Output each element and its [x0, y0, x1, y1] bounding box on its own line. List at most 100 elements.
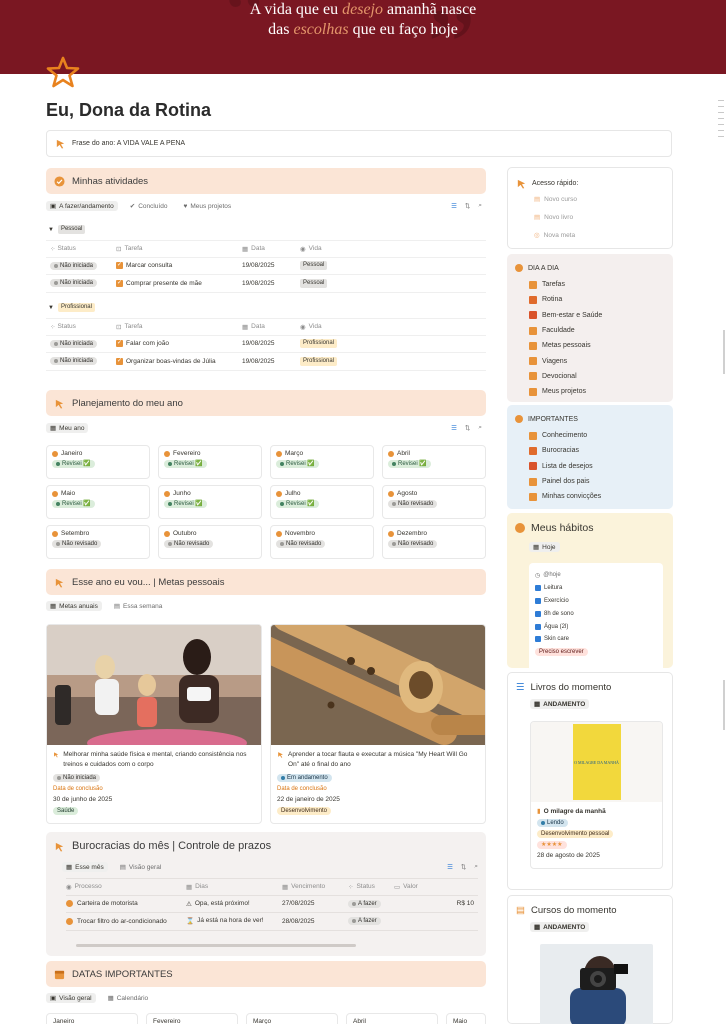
board-column[interactable]: Maio: [446, 1013, 486, 1024]
tab-essa-semana[interactable]: ▤ Essa semana: [110, 601, 167, 611]
nav-importantes-item[interactable]: Burocracias: [515, 443, 665, 458]
habit-item[interactable]: 8h de sono: [535, 607, 657, 620]
habit-item[interactable]: Skin care: [535, 633, 657, 646]
review-status-badge[interactable]: Não revisado: [388, 500, 438, 508]
nav-importantes-item[interactable]: Conhecimento: [515, 428, 665, 443]
tab-visao-geral[interactable]: ▤ Visão geral: [116, 862, 166, 872]
vida-tag[interactable]: Profissional: [300, 356, 338, 366]
nav-dia-item[interactable]: Tarefas: [515, 277, 665, 292]
tab-meu-ano[interactable]: ▦ Meu ano: [46, 423, 89, 433]
habit-item[interactable]: Água (2l): [535, 620, 657, 633]
status-badge[interactable]: Não iniciada: [53, 774, 101, 782]
table-row[interactable]: Não iniciada ✓ Comprar presente de mãe 19…: [46, 275, 486, 293]
tab-hoje[interactable]: ▦ Hoje: [529, 542, 560, 552]
tab-metas-anuais[interactable]: ▦ Metas anuais: [46, 601, 102, 611]
search-icon[interactable]: ⌕: [478, 202, 482, 210]
sort-icon[interactable]: ⇅: [465, 202, 470, 210]
month-card[interactable]: Fevereiro Revisei ✅: [158, 445, 262, 479]
table-row[interactable]: Trocar filtro do ar-condicionado ⌛ Já est…: [66, 913, 478, 931]
filter-icon[interactable]: ☰: [447, 863, 453, 871]
tab-andamento-cursos[interactable]: ▦ ANDAMENTO: [530, 922, 590, 932]
status-badge[interactable]: Não iniciada: [50, 261, 98, 270]
checkbox[interactable]: [535, 610, 541, 617]
sort-icon[interactable]: ⇅: [465, 424, 470, 432]
category-tag[interactable]: Desenvolvimento: [277, 807, 332, 815]
month-card[interactable]: Junho Revisei ✅: [158, 485, 262, 519]
review-status-badge[interactable]: Não revisado: [388, 540, 438, 548]
board-column[interactable]: Fevereiro: [146, 1013, 238, 1024]
tab-andamento-livros[interactable]: ▦ ANDAMENTO: [530, 699, 590, 709]
book-card[interactable]: O MILAGRE DA MANHÃ ▮ O milagre da manhã L…: [530, 721, 663, 869]
review-status-badge[interactable]: Revisei ✅: [276, 500, 319, 508]
checkbox[interactable]: [535, 623, 541, 630]
category-tag[interactable]: Desenvolvimento pessoal: [537, 830, 614, 838]
checkbox[interactable]: [535, 585, 541, 592]
outline-ticks[interactable]: [714, 100, 726, 142]
tab-visao-geral-datas[interactable]: ▣ Visão geral: [46, 993, 96, 1003]
category-tag[interactable]: Saúde: [53, 807, 79, 815]
month-card[interactable]: Setembro Não revisado: [46, 525, 150, 559]
habit-item[interactable]: Exercício: [535, 595, 657, 608]
board-column[interactable]: Janeiro: [46, 1013, 138, 1024]
nav-importantes-item[interactable]: Minhas convicções: [515, 489, 665, 504]
sort-icon[interactable]: ⇅: [461, 863, 466, 871]
status-badge[interactable]: Não iniciada: [50, 339, 98, 348]
nav-dia-item[interactable]: Meus projetos: [515, 384, 665, 399]
nav-importantes-item[interactable]: Painel dos pais: [515, 474, 665, 489]
status-badge[interactable]: Em andamento: [277, 774, 332, 782]
tab-concluido[interactable]: ✔ Concluído: [126, 201, 172, 211]
filter-icon[interactable]: ☰: [451, 424, 457, 432]
board-column[interactable]: Março: [246, 1013, 338, 1024]
scrollbar-thumb-2[interactable]: [723, 680, 725, 730]
goal-card[interactable]: Melhorar minha saúde física e mental, cr…: [46, 624, 262, 824]
review-status-badge[interactable]: Revisei ✅: [276, 460, 319, 468]
tab-meus-projetos[interactable]: ♥ Meus projetos: [179, 202, 235, 211]
nav-dia-item[interactable]: Devocional: [515, 369, 665, 384]
review-status-badge[interactable]: Não revisado: [164, 540, 214, 548]
checkbox[interactable]: [535, 636, 541, 643]
table-row[interactable]: Não iniciada ✓ Organizar boas-vindas de J…: [46, 353, 486, 371]
review-status-badge[interactable]: Revisei ✅: [52, 500, 95, 508]
nav-dia-item[interactable]: Bem-estar e Saúde: [515, 308, 665, 323]
status-badge[interactable]: A fazer: [348, 917, 381, 926]
filter-icon[interactable]: ☰: [451, 202, 457, 210]
search-icon[interactable]: ⌕: [474, 863, 478, 871]
tab-a-fazer[interactable]: ▣ A fazer/andamento: [46, 201, 118, 211]
nav-importantes-item[interactable]: Lista de desejos: [515, 459, 665, 474]
vida-tag[interactable]: Pessoal: [300, 261, 328, 271]
status-badge[interactable]: Não iniciada: [50, 357, 98, 366]
task-checkbox[interactable]: ✓: [116, 357, 123, 365]
review-status-badge[interactable]: Revisei ✅: [164, 500, 207, 508]
month-card[interactable]: Março Revisei ✅: [270, 445, 374, 479]
goal-card[interactable]: Aprender a tocar flauta e executar a mús…: [270, 624, 486, 824]
course-cover[interactable]: [540, 944, 653, 1024]
nav-dia-item[interactable]: Rotina: [515, 292, 665, 307]
collapse-arrow-icon[interactable]: ▼: [48, 227, 54, 233]
review-status-badge[interactable]: Não revisado: [276, 540, 326, 548]
table-row[interactable]: Não iniciada ✓ Marcar consulta 19/08/2025…: [46, 258, 486, 275]
horizontal-scrollbar[interactable]: [76, 944, 356, 947]
review-status-badge[interactable]: Revisei ✅: [388, 460, 431, 468]
vida-tag[interactable]: Profissional: [300, 339, 338, 349]
month-card[interactable]: Agosto Não revisado: [382, 485, 486, 519]
task-checkbox[interactable]: ✓: [116, 279, 123, 287]
nav-dia-item[interactable]: Viagens: [515, 353, 665, 368]
group-profissional[interactable]: ▼ Profissional: [48, 303, 95, 312]
star-icon[interactable]: [46, 55, 80, 89]
status-badge[interactable]: Preciso escrever: [535, 647, 588, 656]
nav-dia-item[interactable]: Faculdade: [515, 323, 665, 338]
review-status-badge[interactable]: Não revisado: [52, 540, 102, 548]
tab-esse-mes[interactable]: ▦ Esse mês: [62, 862, 108, 872]
month-card[interactable]: Maio Revisei ✅: [46, 485, 150, 519]
month-card[interactable]: Dezembro Não revisado: [382, 525, 486, 559]
scrollbar-thumb[interactable]: [723, 330, 725, 374]
collapse-arrow-icon[interactable]: ▼: [48, 305, 54, 311]
status-badge[interactable]: A fazer: [348, 899, 381, 908]
habit-card[interactable]: ◷ @hoje Leitura Exercício 8h de sono Água (2…: [529, 563, 663, 674]
month-card[interactable]: Julho Revisei ✅: [270, 485, 374, 519]
status-badge[interactable]: Lendo: [537, 819, 568, 827]
habit-item[interactable]: Leitura: [535, 582, 657, 595]
review-status-badge[interactable]: Revisei ✅: [52, 460, 95, 468]
task-checkbox[interactable]: ✓: [116, 262, 123, 270]
new-goal-button[interactable]: ◎ Nova meta: [534, 231, 575, 240]
